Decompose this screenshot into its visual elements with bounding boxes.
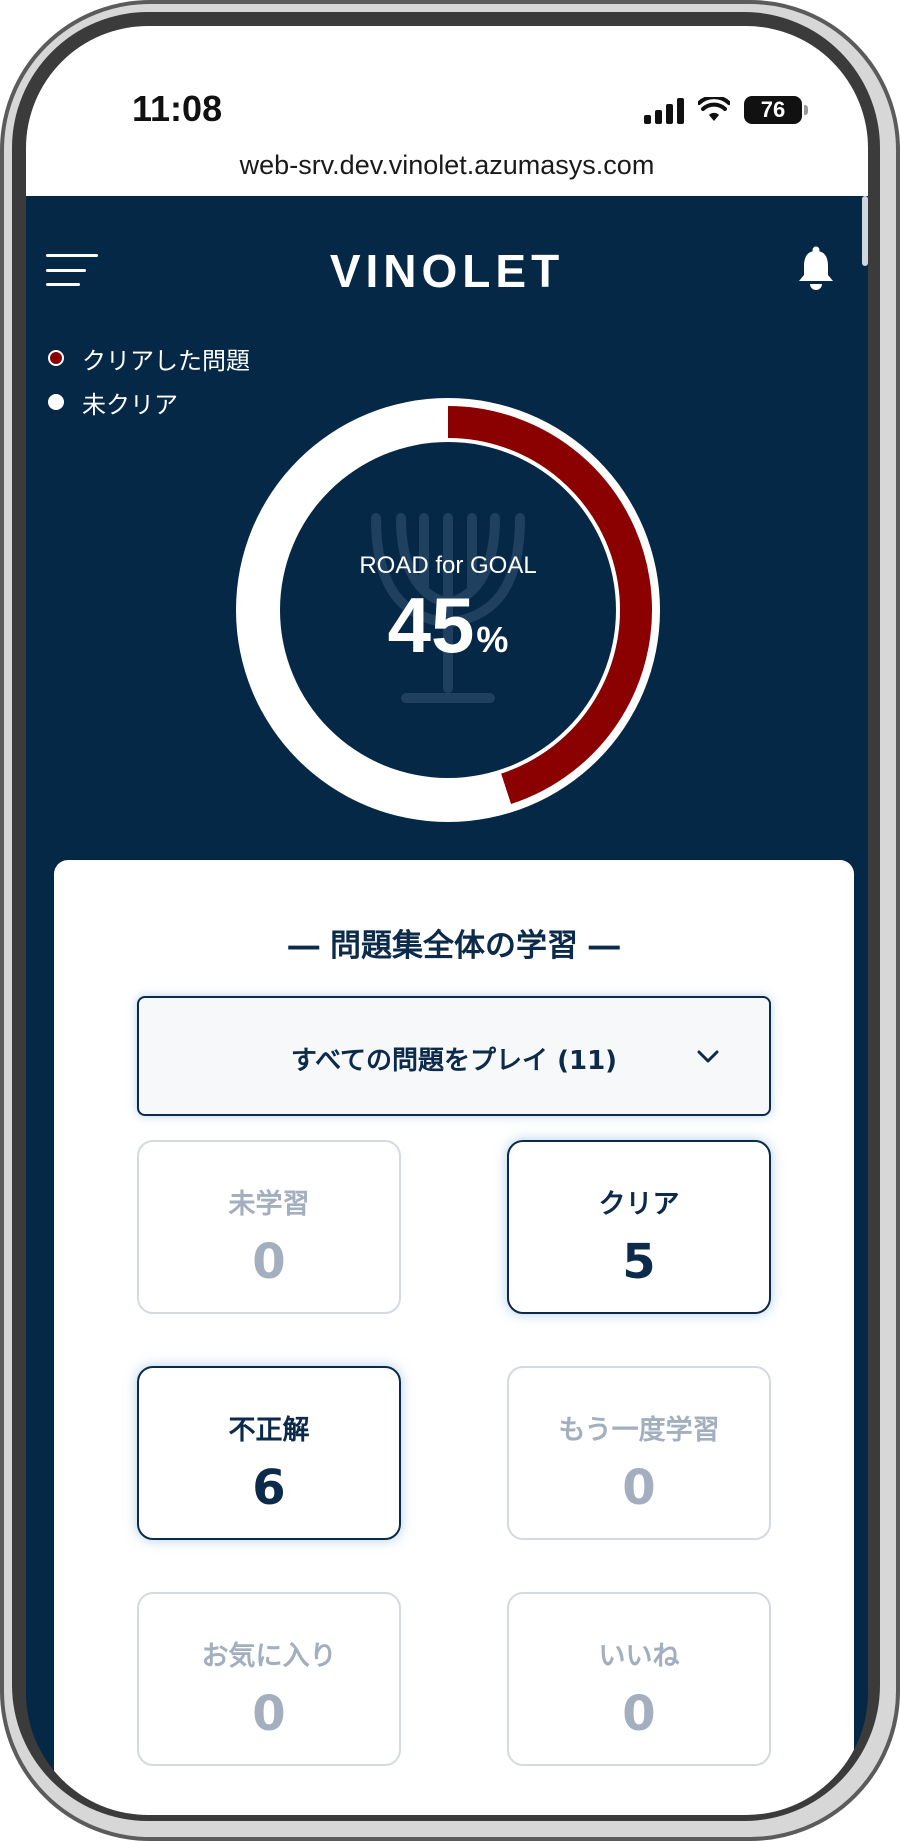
scrollbar[interactable] xyxy=(862,196,868,266)
signal-icon xyxy=(644,96,684,124)
battery-icon: 76 xyxy=(744,96,808,124)
stat-label: お気に入り xyxy=(201,1641,337,1672)
section-title: ― 問題集全体の学習 ― xyxy=(288,928,620,964)
stat-value: 0 xyxy=(622,1686,656,1742)
legend-dot-uncleared xyxy=(48,394,64,410)
stat-label: 未学習 xyxy=(228,1189,310,1220)
legend-item-cleared: クリアした問題 xyxy=(48,336,250,380)
dropdown-label: すべての問題をプレイ (11) xyxy=(290,1046,618,1076)
stat-label: いいね xyxy=(598,1641,680,1672)
screen: 11:08 76 web-srv.dev.vinolet.azumasys.co… xyxy=(26,26,868,1815)
stat-value: 0 xyxy=(622,1460,656,1516)
url-bar[interactable]: web-srv.dev.vinolet.azumasys.com xyxy=(26,150,868,181)
app-header: VINOLET xyxy=(26,196,868,297)
stat-label: もう一度学習 xyxy=(558,1415,720,1446)
stat-value: 5 xyxy=(622,1234,656,1290)
stat-card-review-again[interactable]: もう一度学習 0 xyxy=(507,1366,771,1540)
status-icons: 76 xyxy=(644,96,808,124)
legend-label-cleared: クリアした問題 xyxy=(82,346,250,375)
bell-icon[interactable] xyxy=(796,244,836,290)
legend-dot-cleared xyxy=(48,350,64,366)
progress-donut xyxy=(236,398,660,822)
stat-card-likes[interactable]: いいね 0 xyxy=(507,1592,771,1766)
stat-value: 0 xyxy=(252,1234,286,1290)
chart-legend: クリアした問題 未クリア xyxy=(48,336,250,424)
legend-item-uncleared: 未クリア xyxy=(48,380,250,424)
stat-label: クリア xyxy=(598,1189,680,1220)
chevron-down-icon xyxy=(697,1050,719,1063)
legend-label-uncleared: 未クリア xyxy=(82,390,178,419)
browser-top-bar: 11:08 76 web-srv.dev.vinolet.azumasys.co… xyxy=(26,26,868,196)
brand-logo: VINOLET xyxy=(329,245,565,297)
stat-value: 6 xyxy=(252,1460,286,1516)
stat-value: 0 xyxy=(252,1686,286,1742)
stat-card-favorites[interactable]: お気に入り 0 xyxy=(137,1592,401,1766)
stat-card-incorrect[interactable]: 不正解 6 xyxy=(137,1366,401,1540)
study-card: ― 問題集全体の学習 ― すべての問題をプレイ (11) 未学習 0 クリア 5… xyxy=(54,860,854,1815)
stat-card-cleared[interactable]: クリア 5 xyxy=(507,1140,771,1314)
play-mode-dropdown[interactable]: すべての問題をプレイ (11) xyxy=(137,996,771,1116)
stat-card-unstudied[interactable]: 未学習 0 xyxy=(137,1140,401,1314)
wifi-icon xyxy=(698,97,730,121)
status-time: 11:08 xyxy=(132,88,223,129)
stat-label: 不正解 xyxy=(228,1415,310,1446)
